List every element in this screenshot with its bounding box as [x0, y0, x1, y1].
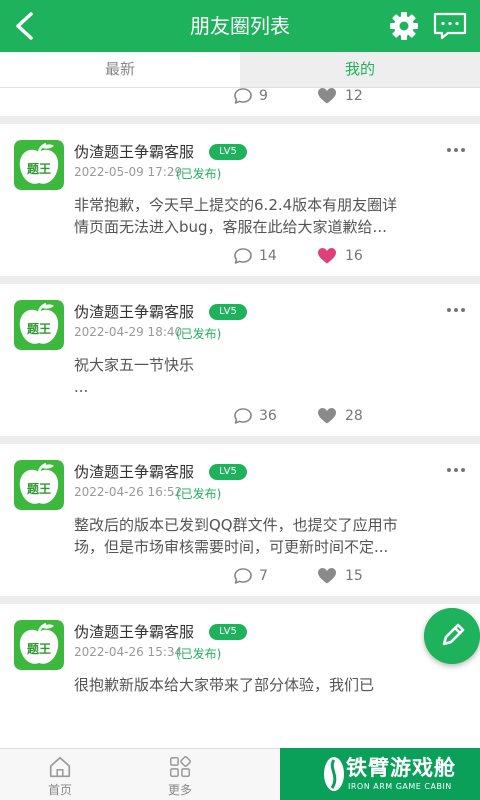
author-name[interactable]: 伪渣题王争霸客服: [74, 141, 194, 162]
comment-icon: [234, 88, 252, 104]
heart-icon: [318, 88, 336, 104]
like-count: 15: [345, 568, 363, 584]
post-text-line: ...: [74, 378, 89, 396]
status-badge: (已发布): [176, 167, 222, 181]
gear-icon[interactable]: [388, 10, 420, 42]
post-text-line: 场，但是市场审核需要时间，可更新时间不定...: [74, 538, 389, 556]
level-badge: LV5: [209, 624, 247, 640]
comment-count: 36: [259, 408, 277, 424]
author-name[interactable]: 伪渣题王争霸客服: [74, 461, 194, 482]
post-date: 2022-04-26 16:52: [74, 485, 183, 499]
post-card[interactable]: 题王 伪渣题王争霸客服 LV5 2022-04-29 18:40 (已发布) 祝大家五一节…: [0, 284, 480, 436]
post-date: 2022-05-09 17:29: [74, 165, 183, 179]
post-text-line: 情页面无法进入bug，客服在此给大家道歉给...: [74, 218, 387, 236]
post-card[interactable]: 题王 伪渣题王争霸客服 LV5 2022-04-26 16:52 (已发布) 整改后的版本…: [0, 444, 480, 596]
nav-more[interactable]: 更多: [150, 749, 210, 800]
like-button[interactable]: 28: [317, 407, 363, 425]
post-card[interactable]: 题王 伪渣题王争霸客服 LV5 2022-04-26 15:34 (已发布) 很抱歉新版本…: [0, 604, 480, 748]
home-icon: [49, 756, 71, 778]
avatar-text: 题王: [26, 482, 51, 496]
post-text-line: 很抱歉新版本给大家带来了部分体验，我们已: [74, 676, 375, 694]
author-name[interactable]: 伪渣题王争霸客服: [74, 301, 194, 322]
comment-button[interactable]: 14: [233, 247, 277, 265]
heart-icon: [318, 408, 336, 424]
comment-icon: [234, 248, 252, 264]
comment-icon: [234, 568, 252, 584]
like-button[interactable]: 15: [317, 567, 363, 585]
status-badge: (已发布): [176, 647, 222, 661]
like-count: 28: [345, 408, 363, 424]
watermark-title: 铁臂游戏舱: [346, 756, 456, 780]
post-text[interactable]: 整改后的版本已发到QQ群文件，也提交了应用市 场，但是市场审核需要时间，可更新时间…: [74, 514, 414, 558]
comment-count: 14: [259, 248, 277, 264]
post-text[interactable]: 祝大家五一节快乐...: [74, 354, 414, 398]
watermark-subtitle: IRON ARM GAME CABIN: [348, 782, 452, 791]
post-text-line: 整改后的版本已发到QQ群文件，也提交了应用市: [74, 516, 398, 534]
level-badge: LV5: [209, 304, 247, 320]
post-text-line: 非常抱歉，今天早上提交的6.2.4版本有朋友圈详: [74, 196, 398, 214]
avatar-text: 题王: [26, 162, 51, 176]
avatar[interactable]: 题王: [14, 300, 64, 350]
tab-bar: 最新 我的: [0, 52, 480, 88]
comment-button[interactable]: 9: [233, 88, 268, 105]
more-options-icon[interactable]: [446, 146, 466, 154]
status-badge: (已发布): [176, 487, 222, 501]
post-card[interactable]: 题王伪渣题王争霸客服LV52022-05-12 16:03(已发布)非常抱歉今日…: [0, 88, 480, 116]
post-text[interactable]: 非常抱歉，今天早上提交的6.2.4版本有朋友圈详 情页面无法进入bug，客服在此给…: [74, 194, 414, 238]
comment-icon: [234, 408, 252, 424]
comment-count: 7: [259, 568, 268, 584]
tab-latest[interactable]: 最新: [0, 52, 240, 87]
heart-icon: [318, 248, 336, 264]
grid-icon: [169, 756, 191, 778]
avatar-text: 题王: [26, 642, 51, 656]
more-options-icon[interactable]: [446, 306, 466, 314]
comment-button[interactable]: 36: [233, 407, 277, 425]
avatar[interactable]: 题王: [14, 620, 64, 670]
post-date: 2022-04-26 15:34: [74, 645, 183, 659]
nav-home-label: 首页: [47, 783, 72, 797]
level-badge: LV5: [209, 144, 247, 160]
post-text-line: 祝大家五一节快乐: [74, 356, 195, 374]
avatar[interactable]: 题王: [14, 460, 64, 510]
more-options-icon[interactable]: [446, 466, 466, 474]
comment-button[interactable]: 7: [233, 567, 268, 585]
avatar[interactable]: 题王: [14, 140, 64, 190]
app: 朋友圈列表 最新 我的 题王伪渣题王争霸客服LV: [0, 0, 480, 800]
chat-bubble-icon[interactable]: [432, 12, 468, 40]
nav-more-label: 更多: [167, 783, 192, 797]
level-badge: LV5: [209, 464, 247, 480]
post-text[interactable]: 很抱歉新版本给大家带来了部分体验，我们已: [74, 674, 414, 696]
post-feed[interactable]: 题王伪渣题王争霸客服LV52022-05-12 16:03(已发布)非常抱歉今日…: [0, 88, 480, 748]
header: 朋友圈列表: [0, 0, 480, 52]
author-name[interactable]: 伪渣题王争霸客服: [74, 621, 194, 642]
avatar-text: 题王: [26, 322, 51, 336]
heart-icon: [318, 568, 336, 584]
status-badge: (已发布): [176, 327, 222, 341]
like-count: 16: [345, 248, 363, 264]
post-card[interactable]: 题王 伪渣题王争霸客服 LV5 2022-05-09 17:29 (已发布) 非常抱歉，今…: [0, 124, 480, 276]
nav-home[interactable]: 首页: [30, 749, 90, 800]
watermark-banner: 铁臂游戏舱 IRON ARM GAME CABIN: [280, 748, 480, 800]
post-date: 2022-04-29 18:40: [74, 325, 183, 339]
comment-count: 9: [259, 88, 268, 104]
like-button[interactable]: 16: [317, 247, 363, 265]
like-count: 12: [345, 88, 363, 104]
tab-mine[interactable]: 我的: [240, 52, 480, 87]
compose-post-button[interactable]: [424, 608, 480, 664]
like-button[interactable]: 12: [317, 88, 363, 105]
